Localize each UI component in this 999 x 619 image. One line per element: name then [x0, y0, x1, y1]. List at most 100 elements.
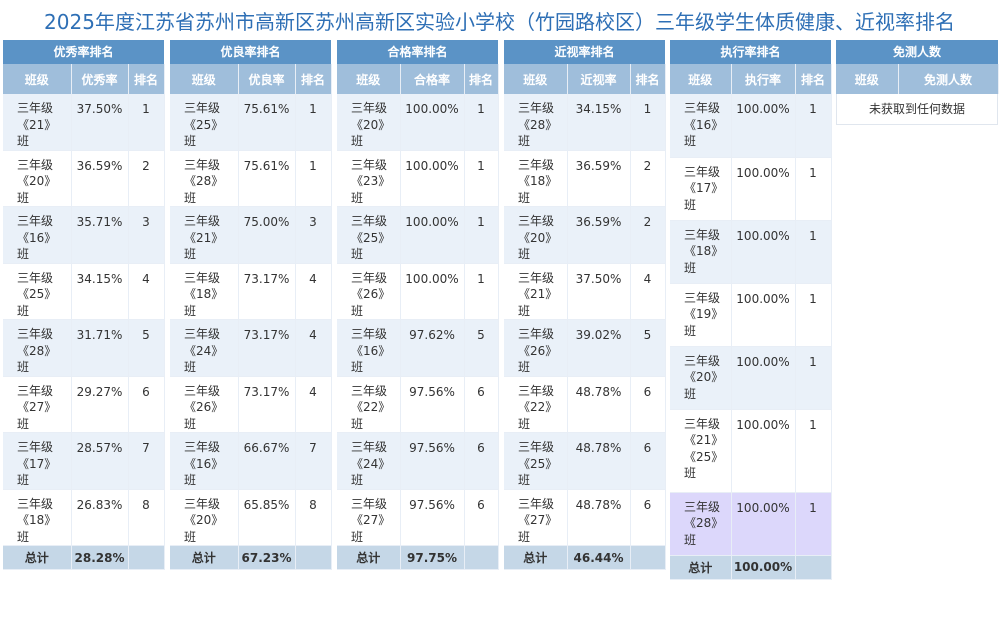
class-cell: 三年级《17》班 [670, 157, 732, 221]
class-cell: 三年级《26》班 [170, 376, 239, 433]
table-row: 三年级《26》班 73.17% 4 [170, 376, 332, 433]
rank-cell: 1 [795, 220, 832, 284]
panel-header: 免测人数 [836, 40, 998, 64]
rank-cell: 6 [464, 489, 499, 546]
column-header-rate[interactable]: 执行率 [731, 64, 796, 94]
column-header-rank[interactable]: 排名 [128, 64, 165, 94]
class-cell: 三年级《18》班 [170, 263, 239, 320]
total-value: 28.28% [71, 545, 129, 570]
class-cell: 三年级《25》班 [337, 206, 401, 264]
class-cell: 三年级《25》班 [504, 432, 568, 490]
table-row: 三年级《27》班 48.78% 6 [504, 489, 666, 546]
total-row: 总计 97.75% [337, 545, 499, 570]
column-header-rank[interactable]: 排名 [630, 64, 666, 94]
rank-cell: 1 [464, 206, 499, 264]
rank-cell: 6 [464, 432, 499, 490]
column-header-rate[interactable]: 合格率 [400, 64, 465, 94]
column-header-class[interactable]: 班级 [836, 64, 899, 94]
class-cell: 三年级《20》班 [670, 346, 732, 410]
rate-cell: 36.59% [567, 150, 631, 207]
class-cell: 三年级《26》班 [337, 263, 401, 320]
rank-cell: 4 [295, 376, 332, 433]
class-cell: 三年级《26》班 [504, 319, 568, 377]
column-header-rate[interactable]: 优良率 [238, 64, 296, 94]
rank-cell: 1 [295, 150, 332, 207]
rank-cell: 6 [464, 376, 499, 433]
table-row: 三年级《25》班 75.61% 1 [170, 94, 332, 151]
rank-cell: 4 [128, 263, 165, 320]
pass-rate-panel: 合格率排名 班级 合格率 排名 三年级《20》班 100.00% 1 三年级《23》… [337, 40, 499, 570]
class-cell: 三年级《18》班 [3, 489, 72, 546]
table-row: 三年级《20》班 65.85% 8 [170, 489, 332, 546]
total-rank-cell [795, 555, 832, 580]
table-row: 三年级《18》班 73.17% 4 [170, 263, 332, 320]
panel-header: 优良率排名 [170, 40, 331, 64]
table-row: 三年级《18》班 26.83% 8 [3, 489, 165, 546]
rank-cell: 5 [630, 319, 666, 377]
total-label: 总计 [670, 555, 732, 580]
column-header-rank[interactable]: 排名 [795, 64, 832, 94]
rank-cell: 1 [795, 94, 832, 158]
table-row: 三年级《25》班 34.15% 4 [3, 263, 165, 320]
rank-cell: 1 [464, 263, 499, 320]
rank-cell: 6 [630, 489, 666, 546]
table-row: 三年级《16》班 100.00% 1 [670, 94, 832, 158]
class-cell: 三年级《18》班 [670, 220, 732, 284]
table-row: 三年级《25》班 100.00% 1 [337, 206, 499, 264]
table-row: 三年级《17》班 100.00% 1 [670, 157, 832, 221]
class-cell: 三年级《27》班 [504, 489, 568, 546]
rate-cell: 65.85% [238, 489, 296, 546]
class-cell: 三年级《25》班 [3, 263, 72, 320]
total-rank-cell [464, 545, 499, 570]
column-header-class[interactable]: 班级 [170, 64, 239, 94]
rate-cell: 100.00% [400, 150, 465, 207]
rate-cell: 97.56% [400, 432, 465, 490]
class-cell: 三年级《21》班 [504, 263, 568, 320]
column-header-rate[interactable]: 优秀率 [71, 64, 129, 94]
column-header-rate[interactable]: 近视率 [567, 64, 631, 94]
total-rank-cell [128, 545, 165, 570]
rate-cell: 73.17% [238, 263, 296, 320]
panel-header: 近视率排名 [504, 40, 665, 64]
class-cell: 三年级《18》班 [504, 150, 568, 207]
rate-cell: 100.00% [731, 492, 796, 556]
table-row: 三年级《16》班 35.71% 3 [3, 206, 165, 264]
class-cell: 三年级《20》班 [504, 206, 568, 264]
rate-cell: 100.00% [400, 94, 465, 151]
class-cell: 三年级《20》班 [3, 150, 72, 207]
page-title: 2025年度江苏省苏州市高新区苏州高新区实验小学校（竹园路校区）三年级学生体质健… [44, 10, 955, 34]
rate-cell: 37.50% [71, 94, 129, 151]
class-cell: 三年级《19》班 [670, 283, 732, 347]
column-header-class[interactable]: 班级 [337, 64, 401, 94]
total-label: 总计 [337, 545, 401, 570]
rank-cell: 1 [630, 94, 666, 151]
table-row: 三年级《20》班 36.59% 2 [3, 150, 165, 207]
table-row: 三年级《21》班 75.00% 3 [170, 206, 332, 264]
total-row: 总计 100.00% [670, 555, 832, 580]
myopia-rate-panel: 近视率排名 班级 近视率 排名 三年级《28》班 34.15% 1 三年级《18》班… [504, 40, 666, 570]
rank-cell: 1 [795, 157, 832, 221]
rank-cell: 2 [128, 150, 165, 207]
column-header-class[interactable]: 班级 [504, 64, 568, 94]
class-cell: 三年级《20》班 [337, 94, 401, 151]
table-row: 三年级《28》班 75.61% 1 [170, 150, 332, 207]
table-row: 三年级《18》班 36.59% 2 [504, 150, 666, 207]
total-row: 总计 28.28% [3, 545, 165, 570]
panel-header: 优秀率排名 [3, 40, 164, 64]
rank-cell: 2 [630, 150, 666, 207]
table-row: 三年级《26》班 39.02% 5 [504, 319, 666, 377]
column-header-exempt-count[interactable]: 免测人数 [898, 64, 999, 94]
class-cell: 三年级《28》班 [3, 319, 72, 377]
rate-cell: 75.61% [238, 150, 296, 207]
rank-cell: 8 [295, 489, 332, 546]
column-header-class[interactable]: 班级 [3, 64, 72, 94]
class-cell: 三年级《22》班 [504, 376, 568, 433]
class-cell: 三年级《16》班 [170, 432, 239, 490]
rank-cell: 1 [295, 94, 332, 151]
rate-cell: 100.00% [731, 94, 796, 158]
rate-cell: 97.56% [400, 489, 465, 546]
column-header-rank[interactable]: 排名 [295, 64, 332, 94]
column-header-class[interactable]: 班级 [670, 64, 732, 94]
class-cell: 三年级《21》《25》班 [670, 409, 732, 493]
column-header-rank[interactable]: 排名 [464, 64, 499, 94]
